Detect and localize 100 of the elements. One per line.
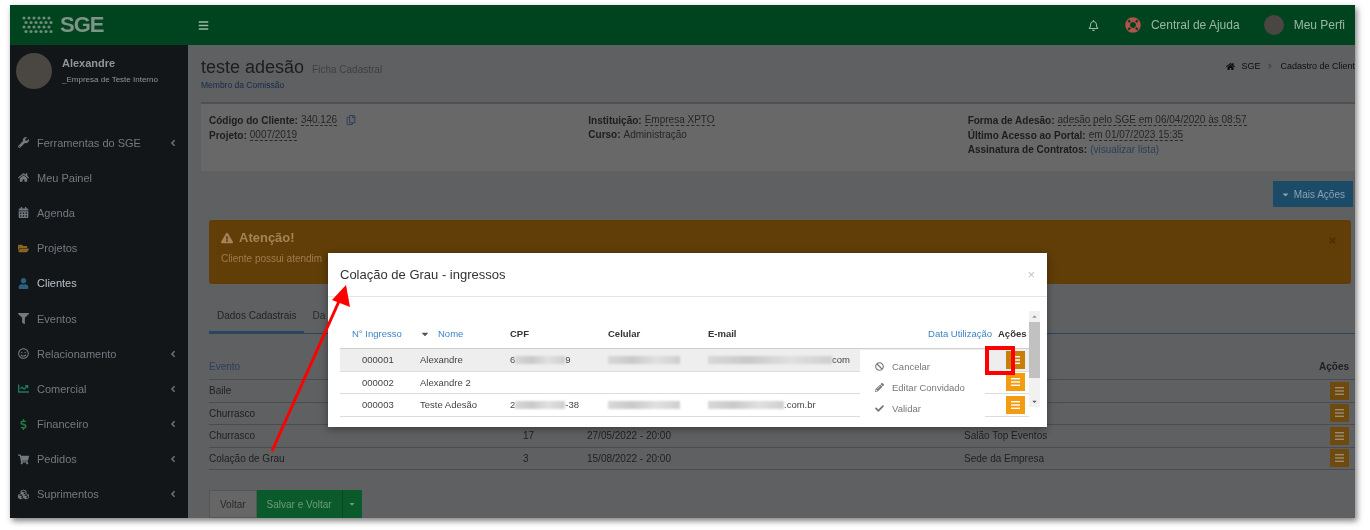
user-company: _Empresa de Teste Interno xyxy=(62,75,158,84)
avatar xyxy=(16,53,52,89)
table-cell-text: 6 9 xyxy=(510,354,572,366)
help-link[interactable]: Central de Ajuda xyxy=(1150,18,1240,32)
table-cell-text: 000003 xyxy=(361,399,395,411)
menu-icon xyxy=(1335,431,1344,440)
more-actions-button[interactable]: Mais Ações xyxy=(1272,181,1353,208)
scroll-up-icon[interactable] xyxy=(1030,313,1038,320)
breadcrumb-link[interactable]: SGE xyxy=(1241,61,1261,71)
sidebar-item[interactable]: Projetos xyxy=(10,230,188,266)
sidebar-item[interactable]: Agenda xyxy=(10,195,188,231)
field-label: Projeto: xyxy=(209,129,247,141)
table-cell-text: Alexandre 2 xyxy=(420,376,472,388)
table-cell-text: 2 -38 xyxy=(510,399,581,411)
sidebar-item[interactable]: Financeiro xyxy=(10,406,188,442)
warning-icon xyxy=(221,231,233,244)
field-label: Instituição: xyxy=(588,114,642,126)
back-button[interactable]: Voltar xyxy=(209,490,257,518)
tab[interactable]: Dados Cadastrais xyxy=(209,310,305,333)
save-button[interactable]: Salvar e Voltar xyxy=(256,490,342,518)
menu-icon xyxy=(1010,400,1020,409)
highlight-frame xyxy=(985,346,1015,375)
actions-button[interactable] xyxy=(1005,395,1025,414)
column-header: Ações xyxy=(998,328,1027,339)
sidebar-item[interactable]: Suprimentos xyxy=(10,476,188,513)
sidebar-icon xyxy=(18,348,29,360)
menu-icon[interactable] xyxy=(198,19,209,31)
field-label: Último Acesso ao Portal: xyxy=(967,129,1086,141)
actions-button[interactable] xyxy=(1330,381,1349,400)
field-link[interactable]: em 01/07/2023 15:35 xyxy=(1088,129,1184,142)
sidebar-item[interactable]: Clientes xyxy=(10,265,188,301)
column-header: CPF xyxy=(510,328,529,339)
sidebar-icon xyxy=(18,242,29,254)
sidebar-item[interactable]: Eventos xyxy=(10,300,188,337)
column-header[interactable]: Nome xyxy=(420,328,464,339)
page-title: teste adesão xyxy=(201,57,305,77)
column-header[interactable]: N° Ingresso xyxy=(340,328,402,339)
alert-text: Cliente possui atendim xyxy=(221,253,324,265)
copy-icon[interactable] xyxy=(346,115,357,126)
sidebar-icon xyxy=(18,137,29,149)
table-cell-text: Alexandre xyxy=(420,354,464,366)
role-link[interactable]: Membro da Comissão xyxy=(201,80,383,90)
field-link[interactable]: Empresa XPTO xyxy=(644,114,715,127)
scroll-down-icon[interactable] xyxy=(1030,398,1038,405)
sidebar-icon xyxy=(18,172,29,184)
field-label: Forma de Adesão: xyxy=(967,114,1055,126)
sidebar-icon xyxy=(18,277,29,289)
column-header: Ações xyxy=(1319,361,1349,372)
sidebar-item[interactable]: Pedidos xyxy=(10,441,188,477)
table-cell-text: Colação de Grau xyxy=(209,452,286,464)
actions-button[interactable] xyxy=(1005,373,1025,392)
menu-item[interactable]: Validar xyxy=(860,398,985,419)
pencil-icon xyxy=(875,383,884,392)
table-cell-text: Baile xyxy=(209,385,233,397)
user-name: Alexandre xyxy=(62,57,117,69)
field-link[interactable]: 340.126 xyxy=(300,114,338,127)
table-cell-text: Churrasco xyxy=(209,407,257,419)
column-header: Celular xyxy=(608,328,641,339)
menu-icon xyxy=(1335,454,1344,463)
alert-title: Atenção! xyxy=(239,230,295,246)
home-icon xyxy=(1226,61,1236,71)
sidebar-icon xyxy=(18,488,29,500)
menu-item[interactable]: Editar Convidado xyxy=(860,377,985,398)
menu-item[interactable]: Cancelar xyxy=(860,356,985,377)
table-cell-text: 000001 xyxy=(361,354,395,366)
actions-button[interactable] xyxy=(1330,426,1349,445)
profile-link[interactable]: Meu Perfi xyxy=(1293,18,1345,32)
field-label: Curso: xyxy=(588,129,621,141)
dropdown-button[interactable] xyxy=(341,490,362,518)
table-cell-text: Sede da Empresa xyxy=(964,452,1046,464)
sidebar-icon xyxy=(18,418,29,430)
sidebar-item[interactable]: Meu Painel xyxy=(10,160,188,196)
breadcrumb-link[interactable]: Cadastro de Client xyxy=(1280,61,1355,71)
column-header: E-mail xyxy=(708,328,737,339)
field-label: Código do Cliente: xyxy=(209,114,298,126)
sidebar-icon xyxy=(18,207,29,219)
field-link[interactable]: 0007/2019 xyxy=(249,129,298,142)
modal-title: Colação de Grau - ingressos xyxy=(340,267,506,282)
table-cell-text: 17 xyxy=(523,430,536,442)
globe-logo-icon xyxy=(20,15,54,35)
sidebar-icon xyxy=(18,383,29,395)
table-cell-text: 27/05/2022 - 20:00 xyxy=(587,430,672,442)
sidebar-item[interactable]: Relacionamento xyxy=(10,336,188,372)
field-value: Administração xyxy=(623,129,687,141)
sidebar-item[interactable]: Comercial xyxy=(10,371,188,407)
table-cell-text: Churrasco xyxy=(209,430,257,442)
caret-icon xyxy=(348,500,357,508)
actions-button[interactable] xyxy=(1330,404,1349,423)
scrollbar[interactable] xyxy=(1028,311,1040,407)
bell-icon[interactable] xyxy=(1087,19,1099,31)
table-cell-text: Teste Adesão xyxy=(420,399,479,411)
logo: SGE xyxy=(60,12,104,38)
menu-icon xyxy=(1335,409,1344,418)
sidebar-icon xyxy=(18,313,29,325)
actions-button[interactable] xyxy=(1330,449,1349,468)
lifebuoy-icon xyxy=(1124,17,1141,33)
field-link[interactable]: adesão pelo SGE em 06/04/2020 às 08:57 xyxy=(1057,114,1247,127)
column-header[interactable]: Data Utilização xyxy=(928,328,992,339)
sidebar-item[interactable]: Ferramentas do SGE xyxy=(10,125,188,161)
avatar xyxy=(1263,15,1284,35)
